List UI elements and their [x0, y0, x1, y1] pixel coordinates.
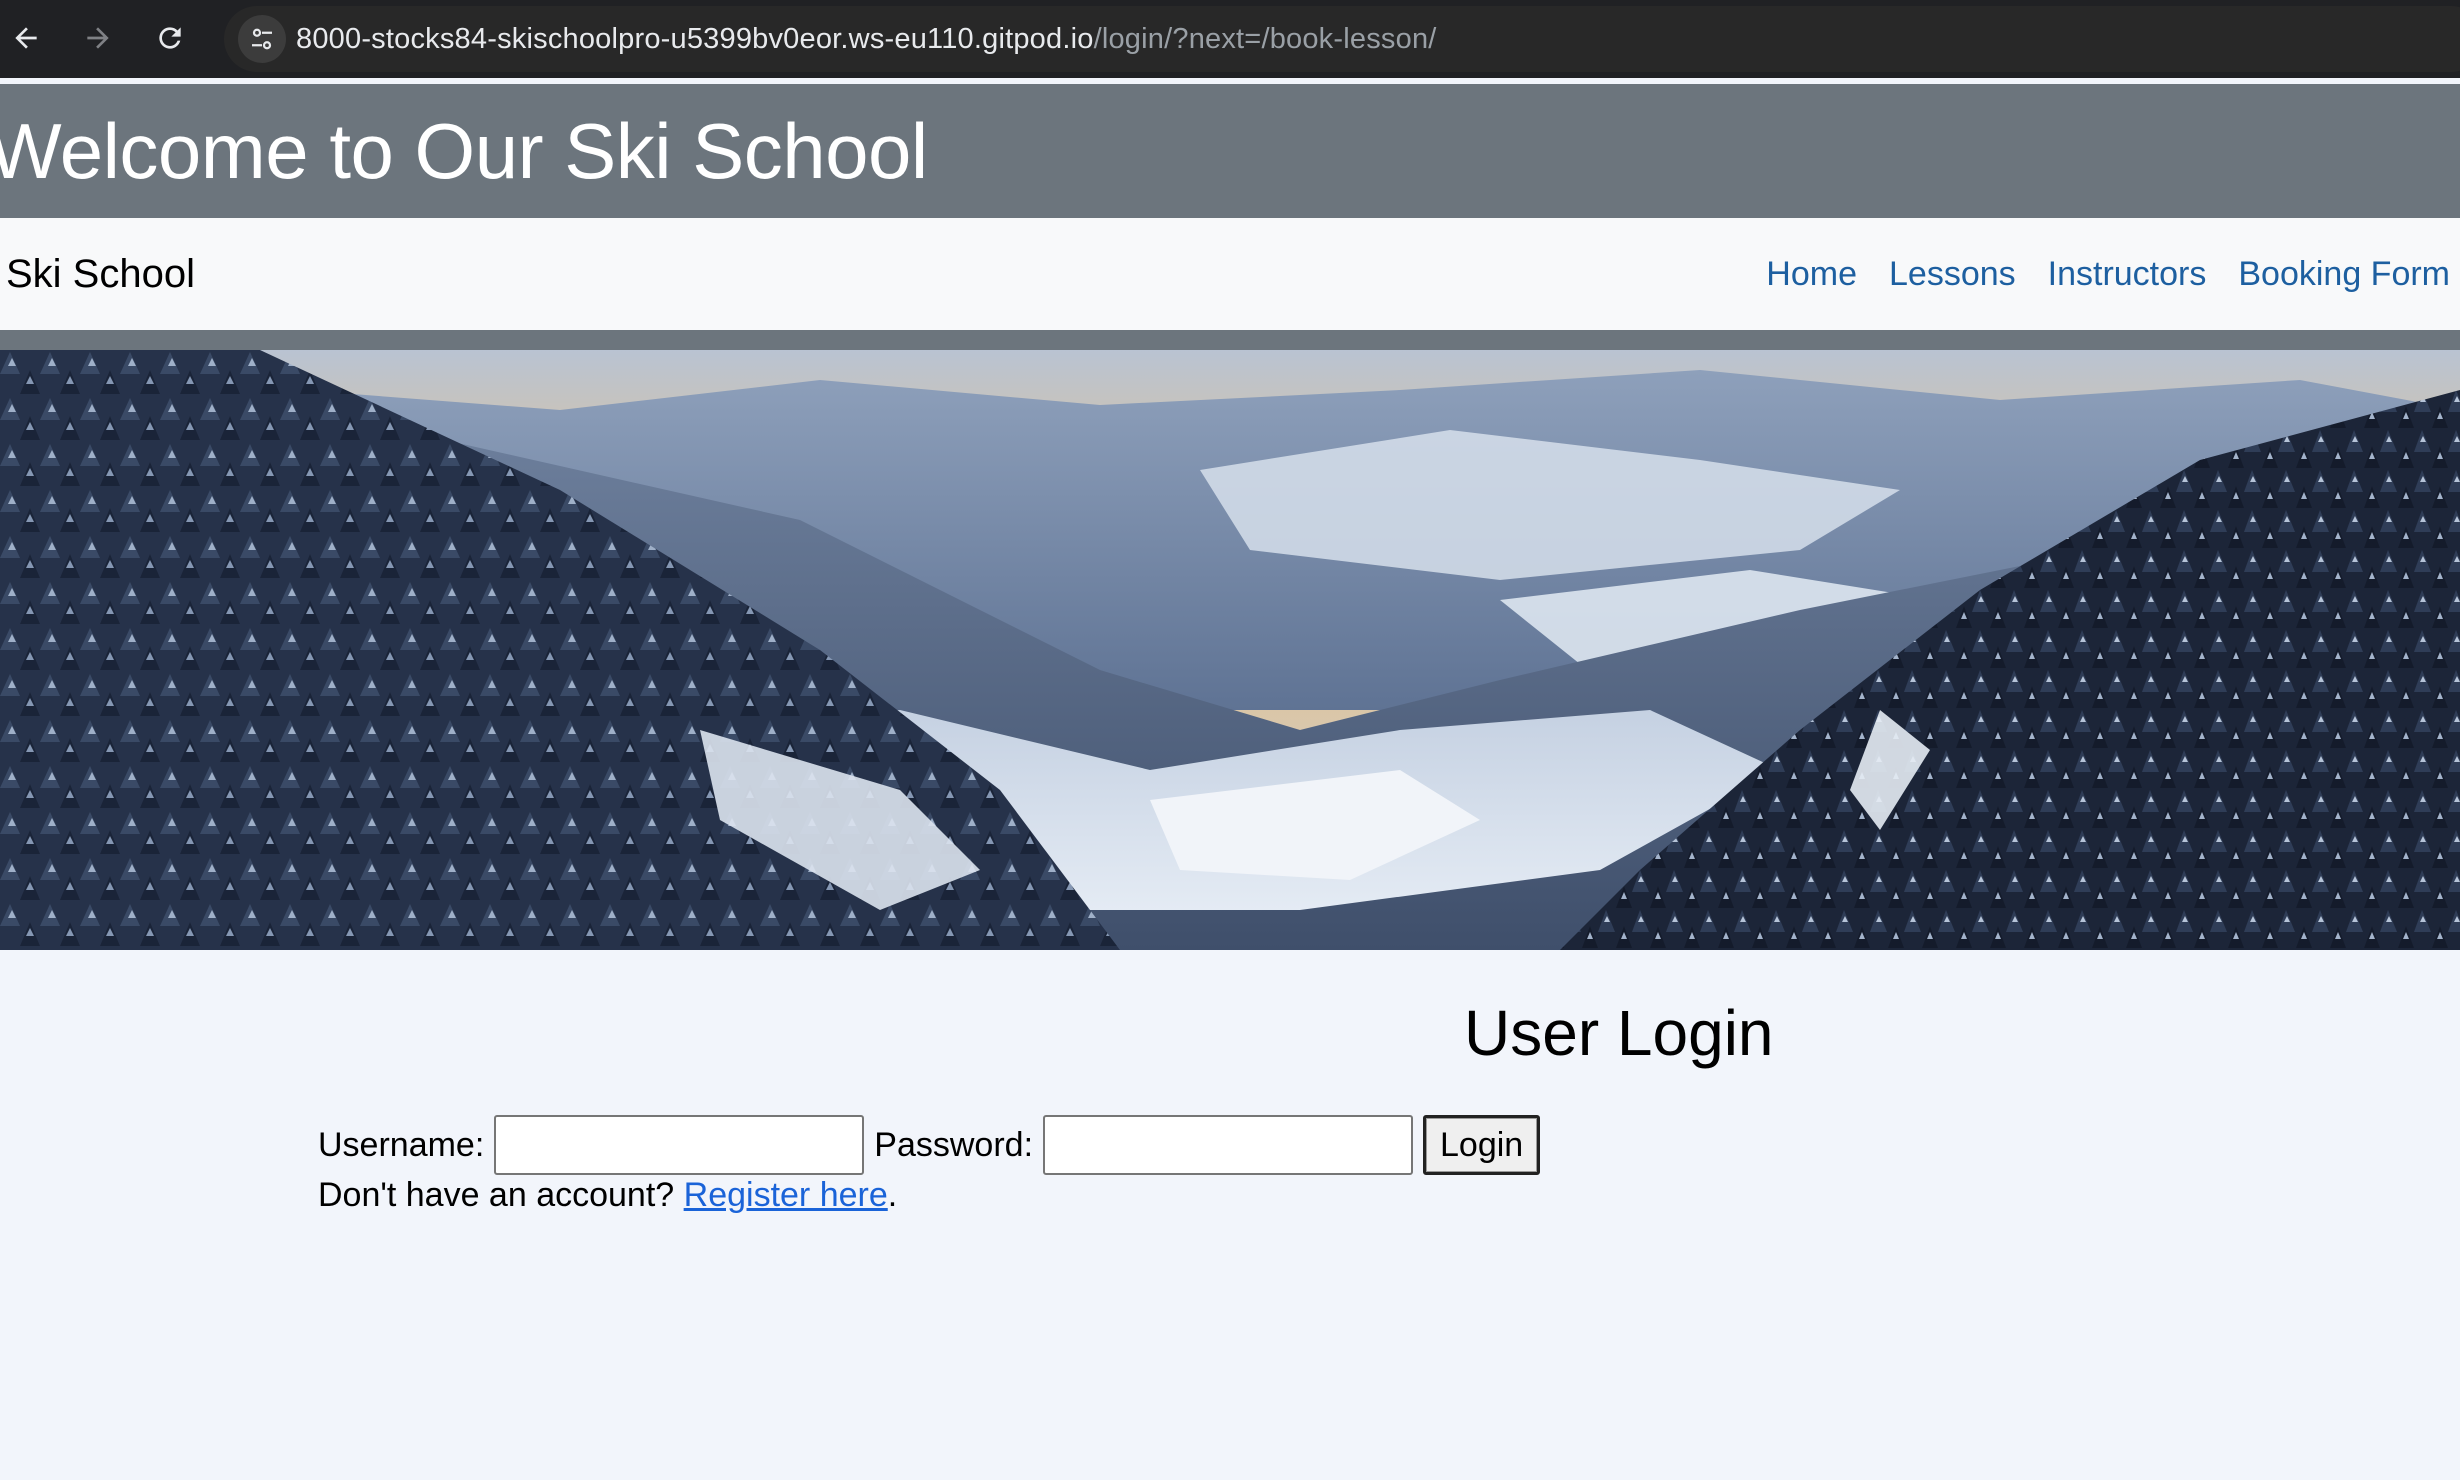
login-form: Username: Password: Login	[318, 1114, 1541, 1176]
snowy-mountain-valley-photo	[0, 350, 2460, 950]
register-prompt: Don't have an account? Register here.	[318, 1176, 897, 1215]
header-divider	[0, 330, 2460, 350]
password-input[interactable]	[1043, 1115, 1414, 1175]
forward-button[interactable]	[76, 16, 120, 60]
reload-icon	[159, 27, 181, 49]
nav-link-instructors[interactable]: Instructors	[2048, 255, 2207, 294]
reload-button[interactable]	[148, 16, 192, 60]
login-button[interactable]: Login	[1423, 1115, 1541, 1175]
nav-link-booking-form[interactable]: Booking Form	[2238, 255, 2450, 294]
arrow-right-icon	[87, 27, 109, 49]
nav-link-lessons[interactable]: Lessons	[1889, 255, 2016, 294]
nav-links: Home Lessons Instructors Booking Form	[1734, 218, 2450, 330]
login-title: User Login	[1464, 997, 1774, 1069]
url-path: /login/?next=/book-lesson/	[1093, 23, 1437, 55]
nav-link-home[interactable]: Home	[1766, 255, 1857, 294]
username-label: Username:	[318, 1125, 485, 1164]
url-text[interactable]: 8000-stocks84-skischoolpro-u5399bv0eor.w…	[296, 6, 1437, 72]
browser-toolbar: 8000-stocks84-skischoolpro-u5399bv0eor.w…	[0, 0, 2460, 78]
register-link[interactable]: Register here	[684, 1176, 888, 1214]
tune-icon	[252, 28, 272, 50]
password-label: Password:	[874, 1125, 1034, 1164]
address-bar[interactable]: 8000-stocks84-skischoolpro-u5399bv0eor.w…	[224, 6, 2460, 72]
register-suffix: .	[887, 1176, 898, 1214]
navbar: Ski School Home Lessons Instructors Book…	[0, 218, 2460, 330]
page-title: Welcome to Our Ski School	[0, 107, 928, 195]
navbar-brand[interactable]: Ski School	[6, 218, 195, 330]
url-host: 8000-stocks84-skischoolpro-u5399bv0eor.w…	[296, 23, 1094, 55]
register-prefix: Don't have an account?	[318, 1176, 684, 1214]
site-info-button[interactable]	[238, 15, 286, 63]
back-button[interactable]	[4, 16, 48, 60]
hero-image	[0, 350, 2460, 950]
site-header: Welcome to Our Ski School	[0, 84, 2460, 218]
arrow-left-icon	[15, 27, 37, 49]
username-input[interactable]	[494, 1115, 865, 1175]
